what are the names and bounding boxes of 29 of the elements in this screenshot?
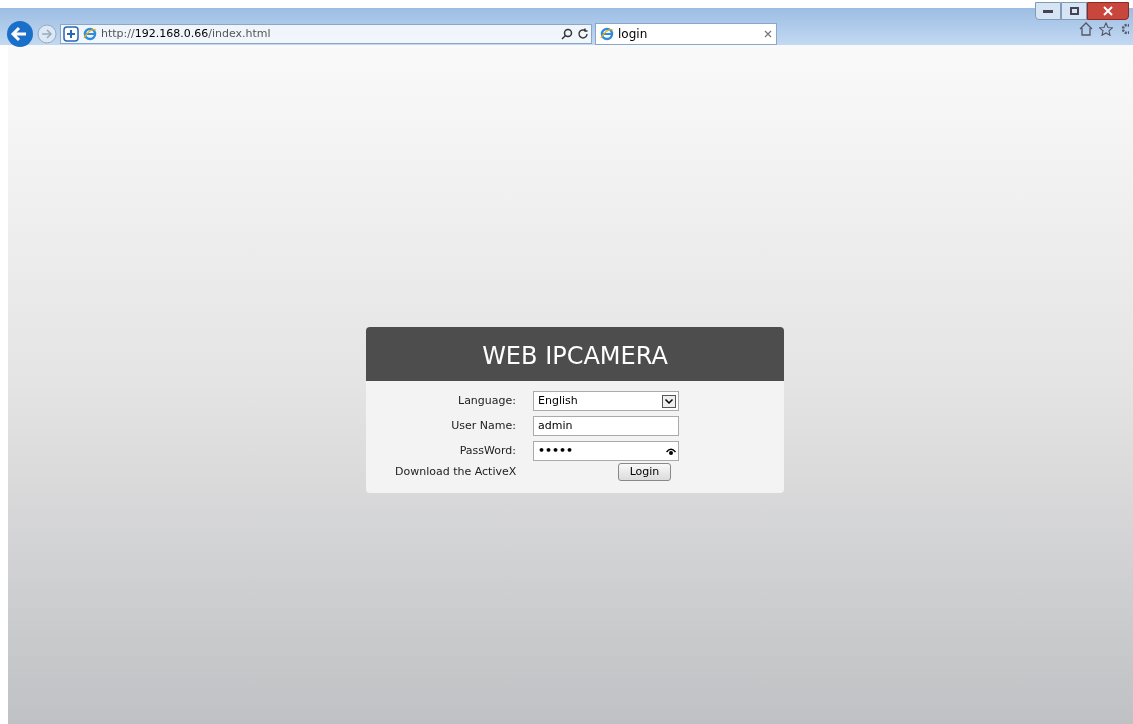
star-icon[interactable] [1099, 22, 1113, 36]
back-icon[interactable] [6, 20, 34, 48]
shield-plus-icon [63, 26, 79, 42]
browser-logo-icon [83, 27, 97, 41]
tab-title: login [618, 26, 649, 43]
field-label: PassWord: [458, 442, 516, 459]
browser-logo-icon [600, 27, 614, 41]
language-select[interactable]: English [533, 391, 679, 411]
field-label: Language: [457, 392, 516, 409]
browser-tab[interactable]: login [595, 23, 777, 45]
refresh-icon[interactable] [577, 28, 589, 40]
login-button[interactable]: Login [618, 463, 671, 481]
search-icon[interactable] [561, 28, 573, 40]
eye-icon[interactable] [666, 447, 676, 455]
close-icon[interactable] [764, 30, 772, 38]
restore-icon [1069, 7, 1079, 15]
address-bar[interactable]: http://192.168.0.66/index.html [60, 24, 592, 44]
restore-button[interactable] [1061, 2, 1087, 20]
minimize-icon [1043, 9, 1053, 13]
login-title: WEB IPCAMERA [482, 341, 668, 372]
username-field[interactable]: admin [533, 416, 679, 436]
minimize-button[interactable] [1035, 2, 1061, 20]
field-label: User Name: [450, 417, 516, 434]
download-link[interactable]: Download the ActiveX [395, 463, 517, 481]
close-button[interactable] [1087, 2, 1129, 20]
home-icon[interactable] [1079, 22, 1093, 36]
password-field[interactable]: ••••• [533, 441, 679, 461]
url-text: http://192.168.0.66/index.html [101, 25, 271, 42]
close-icon [1103, 6, 1113, 16]
